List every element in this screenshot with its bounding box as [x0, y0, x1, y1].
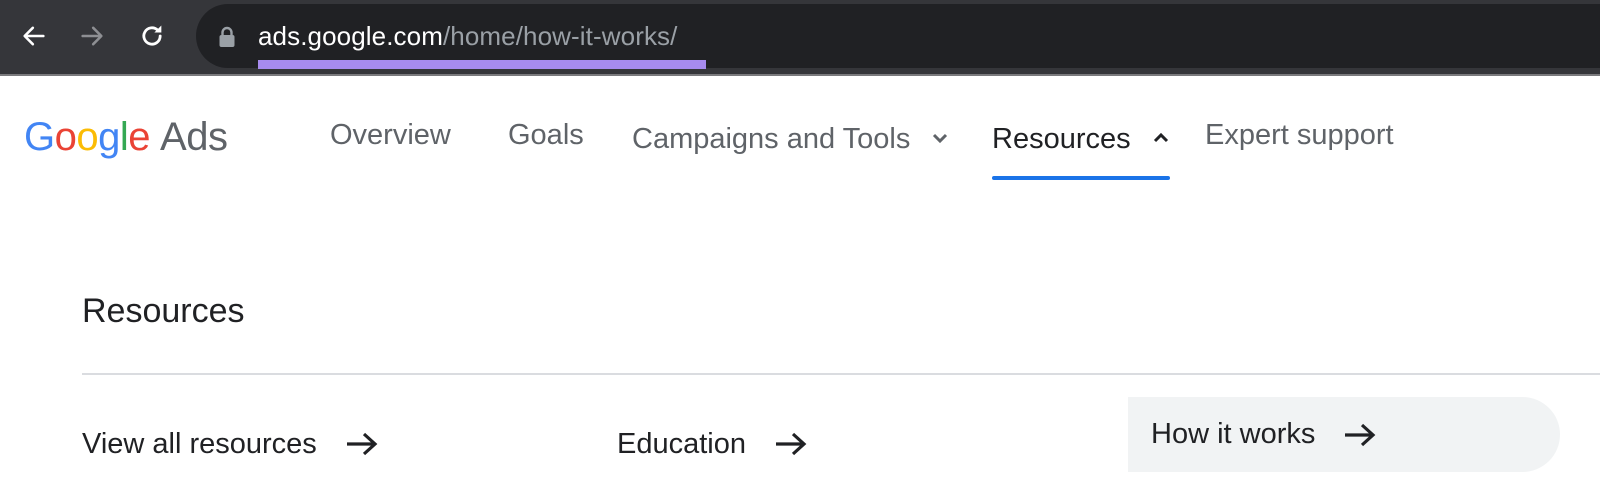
lock-icon[interactable] — [218, 26, 236, 48]
arrow-right-icon — [1343, 422, 1377, 448]
nav-item-overview[interactable]: Overview — [330, 110, 451, 180]
chevron-up-icon — [1153, 110, 1169, 160]
url-highlight-underline — [258, 60, 706, 69]
nav-item-label: Goals — [508, 119, 584, 151]
reload-icon — [142, 25, 162, 46]
back-button[interactable] — [16, 18, 52, 54]
logo-letter: G — [24, 115, 55, 159]
nav-item-resources[interactable]: Resources — [992, 110, 1170, 180]
url-host: ads.google.com — [258, 21, 443, 51]
nav-item-label: Resources — [992, 123, 1131, 155]
logo-letter: o — [54, 115, 77, 159]
link-label: View all resources — [82, 427, 317, 460]
logo-letter: g — [98, 115, 120, 159]
nav-item-label: Campaigns and Tools — [632, 123, 911, 155]
resources-menu-title: Resources — [82, 292, 245, 330]
logo-letter: l — [119, 115, 129, 159]
active-tab-indicator — [992, 176, 1170, 180]
reload-button[interactable] — [134, 18, 170, 54]
logo-product-name: Ads — [160, 115, 228, 159]
url-text[interactable]: ads.google.com/home/how-it-works/ — [258, 19, 678, 53]
arrow-left-icon — [23, 26, 45, 46]
chevron-down-icon — [932, 110, 948, 160]
google-ads-logo[interactable]: Google Ads — [24, 112, 228, 162]
logo-letter: e — [128, 115, 151, 159]
link-view-all-resources[interactable]: View all resources — [82, 406, 379, 482]
forward-button[interactable] — [74, 18, 110, 54]
arrow-right-icon — [345, 431, 379, 457]
logo-letter: o — [76, 115, 99, 159]
link-label: How it works — [1151, 418, 1316, 450]
nav-item-campaigns-and-tools[interactable]: Campaigns and Tools — [632, 110, 948, 180]
nav-item-label: Overview — [330, 119, 451, 151]
nav-item-expert-support[interactable]: Expert support — [1205, 110, 1394, 180]
link-how-it-works[interactable]: How it works — [1128, 397, 1560, 472]
divider — [82, 373, 1600, 375]
nav-item-goals[interactable]: Goals — [508, 110, 584, 180]
arrow-right-icon — [81, 26, 103, 46]
link-education[interactable]: Education — [617, 406, 808, 482]
link-label: Education — [617, 427, 746, 460]
arrow-right-icon — [774, 431, 808, 457]
address-bar[interactable]: ads.google.com/home/how-it-works/ — [196, 4, 1600, 69]
url-path: /home/how-it-works/ — [442, 21, 678, 51]
nav-item-label: Expert support — [1205, 119, 1394, 151]
browser-toolbar: ads.google.com/home/how-it-works/ — [0, 0, 1600, 76]
